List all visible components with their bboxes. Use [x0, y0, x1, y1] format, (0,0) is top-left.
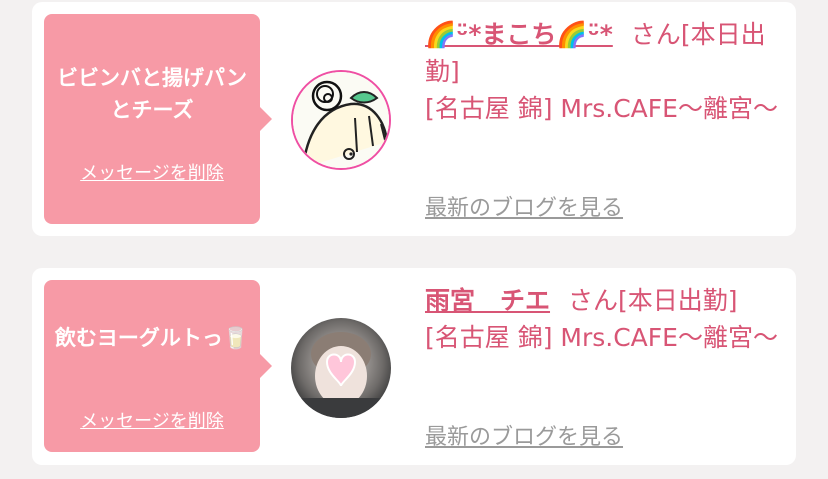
message-text: 飲むヨーグルトっ🥛 [54, 326, 250, 350]
message-bubble: ビビンバと揚げパンとチーズ メッセージを削除 [44, 14, 272, 224]
latest-blog-link[interactable]: 最新のブログを見る [425, 190, 623, 222]
favorite-card: 飲むヨーグルトっ🥛 メッセージを削除 雨宮 チエ さん[本日出勤] [名古屋 錦]… [32, 268, 796, 465]
latest-blog-link[interactable]: 最新のブログを見る [425, 419, 623, 451]
honorific: さん [568, 286, 619, 315]
delete-message-link[interactable]: メッセージを削除 [44, 407, 260, 433]
shop-name: [名古屋 錦] Mrs.CAFE〜離宮〜 [425, 94, 778, 123]
girl-name-link[interactable]: 雨宮 チエ [425, 286, 550, 315]
profile-info: 雨宮 チエ さん[本日出勤] [名古屋 錦] Mrs.CAFE〜離宮〜 [425, 282, 782, 356]
message-text: ビビンバと揚げパンとチーズ [56, 66, 248, 122]
shop-name: [名古屋 錦] Mrs.CAFE〜離宮〜 [425, 323, 778, 352]
girl-name-link[interactable]: 🌈ᵕ̈*まこち🌈ᵕ̈* [425, 20, 613, 49]
attendance-status: [本日出勤] [618, 286, 738, 315]
avatar[interactable] [291, 318, 391, 418]
message-bubble: 飲むヨーグルトっ🥛 メッセージを削除 [44, 280, 272, 452]
profile-info: 🌈ᵕ̈*まこち🌈ᵕ̈* さん[本日出勤] [名古屋 錦] Mrs.CAFE〜離宮〜 [425, 16, 782, 127]
avatar-drawing [293, 72, 389, 168]
favorite-card: ビビンバと揚げパンとチーズ メッセージを削除 🌈ᵕ̈*まこち🌈ᵕ̈* さん[本日出… [32, 2, 796, 236]
avatar[interactable] [291, 70, 391, 170]
honorific: さん [630, 20, 681, 49]
delete-message-link[interactable]: メッセージを削除 [44, 159, 260, 185]
avatar-photo [291, 318, 391, 418]
